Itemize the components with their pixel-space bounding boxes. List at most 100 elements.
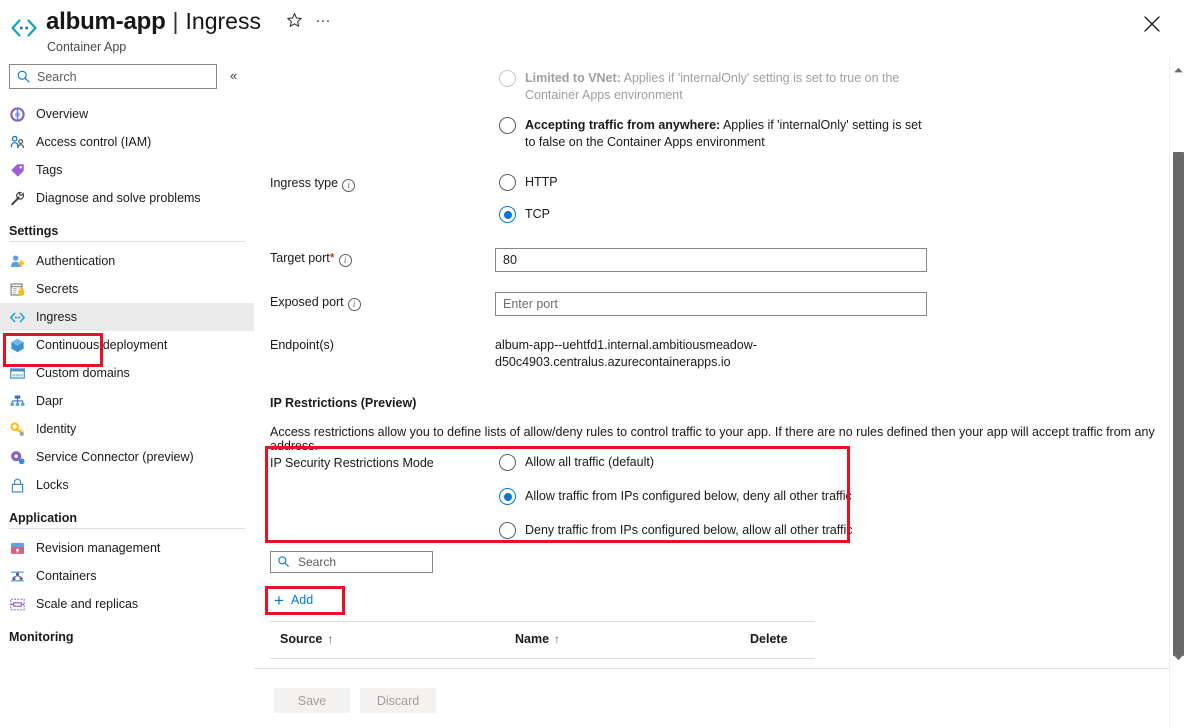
info-icon[interactable]: i xyxy=(348,298,361,311)
page-name: Ingress xyxy=(186,6,261,36)
radio-label: Allow traffic from IPs configured below,… xyxy=(525,488,852,505)
table-bottom-divider xyxy=(270,658,815,659)
sidebar-item-revision-management[interactable]: Revision management xyxy=(0,534,254,562)
column-header-delete: Delete xyxy=(750,632,788,646)
ip-security-mode-label: IP Security Restrictions Mode xyxy=(270,456,434,470)
containers-icon xyxy=(9,568,26,585)
vertical-scrollbar[interactable] xyxy=(1169,56,1186,728)
radio-accepting-anywhere[interactable] xyxy=(499,117,516,134)
add-button[interactable]: + Add xyxy=(274,589,313,611)
sidebar-item-diagnose[interactable]: Diagnose and solve problems xyxy=(0,184,254,212)
endpoint-line-1: album-app--uehtfd1.internal.ambitiousmea… xyxy=(495,337,925,354)
sidebar-group-monitoring: Monitoring xyxy=(0,630,254,644)
secrets-icon xyxy=(9,281,26,298)
sidebar-item-label: Continuous deployment xyxy=(36,338,167,352)
sidebar-item-scale-and-replicas[interactable]: Scale and replicas xyxy=(0,590,254,618)
traffic-option-accepting-anywhere[interactable]: Accepting traffic from anywhere: Applies… xyxy=(499,117,929,151)
sidebar-item-label: Overview xyxy=(36,107,88,121)
title-separator: | xyxy=(173,6,179,36)
scrollbar-thumb[interactable] xyxy=(1173,152,1184,656)
sidebar-item-authentication[interactable]: Authentication xyxy=(0,247,254,275)
traffic-option-limited-vnet: Limited to VNet: Applies if 'internalOnl… xyxy=(499,70,919,104)
endpoint-line-2: d50c4903.centralus.azurecontainerapps.io xyxy=(495,354,925,371)
sidebar-item-dapr[interactable]: Dapr xyxy=(0,387,254,415)
exposed-port-input[interactable]: Enter port xyxy=(495,292,927,316)
radio-allow-configured-deny-others[interactable] xyxy=(499,488,516,505)
add-button-label: Add xyxy=(291,593,313,607)
sidebar-group-settings: Settings xyxy=(0,224,254,238)
sidebar-item-identity[interactable]: Identity xyxy=(0,415,254,443)
ingress-type-label: Ingress type i xyxy=(270,176,355,192)
radio-label: Deny traffic from IPs configured below, … xyxy=(525,522,852,539)
ip-rules-search-placeholder: Search xyxy=(298,555,336,569)
column-header-name[interactable]: Name↑ xyxy=(515,632,560,646)
locks-icon xyxy=(9,477,26,494)
close-icon[interactable] xyxy=(1139,11,1165,37)
sidebar-item-tags[interactable]: Tags xyxy=(0,156,254,184)
info-icon[interactable]: i xyxy=(342,179,355,192)
chevron-double-left-icon[interactable]: « xyxy=(230,68,236,84)
ip-mode-option-allow-all[interactable]: Allow all traffic (default) xyxy=(499,454,654,471)
column-header-source[interactable]: Source↑ xyxy=(280,632,333,646)
sidebar-divider xyxy=(9,241,245,242)
sidebar-item-label: Custom domains xyxy=(36,366,130,380)
ingress-type-option-tcp[interactable]: TCP xyxy=(499,206,550,223)
service-connector-icon xyxy=(9,449,26,466)
radio-tcp[interactable] xyxy=(499,206,516,223)
sidebar-item-service-connector[interactable]: Service Connector (preview) xyxy=(0,443,254,471)
revision-management-icon xyxy=(9,540,26,557)
ip-mode-option-deny-configured[interactable]: Deny traffic from IPs configured below, … xyxy=(499,522,852,539)
identity-icon xyxy=(9,421,26,438)
radio-http[interactable] xyxy=(499,174,516,191)
sidebar-item-continuous-deployment[interactable]: Continuous deployment xyxy=(0,331,254,359)
column-header-label: Delete xyxy=(750,632,788,646)
sidebar-item-label: Scale and replicas xyxy=(36,597,138,611)
search-input[interactable]: Search xyxy=(9,64,217,89)
radio-limited-vnet xyxy=(499,70,516,87)
endpoints-value: album-app--uehtfd1.internal.ambitiousmea… xyxy=(495,337,925,371)
sidebar-search-row: Search « xyxy=(0,56,254,96)
sidebar-item-access-control[interactable]: Access control (IAM) xyxy=(0,128,254,156)
ingress-type-option-http[interactable]: HTTP xyxy=(499,174,558,191)
required-marker: * xyxy=(330,251,335,265)
label-text: Ingress type xyxy=(270,176,338,190)
sidebar-item-label: Diagnose and solve problems xyxy=(36,191,201,205)
sidebar-item-ingress[interactable]: Ingress xyxy=(0,303,254,331)
discard-button[interactable]: Discard xyxy=(360,688,436,713)
radio-label: HTTP xyxy=(525,174,558,191)
exposed-port-placeholder: Enter port xyxy=(503,297,558,311)
column-header-label: Name xyxy=(515,632,549,646)
traffic-option-bold: Limited to VNet: xyxy=(525,71,621,85)
sidebar-group-application: Application xyxy=(0,511,254,525)
sidebar-item-label: Secrets xyxy=(36,282,78,296)
sort-arrow-icon: ↑ xyxy=(327,632,333,646)
scroll-up-arrow-icon[interactable] xyxy=(1170,62,1186,79)
ip-mode-option-allow-configured[interactable]: Allow traffic from IPs configured below,… xyxy=(499,488,852,505)
endpoints-label: Endpoint(s) xyxy=(270,338,334,352)
radio-deny-configured-allow-others[interactable] xyxy=(499,522,516,539)
sidebar-item-label: Revision management xyxy=(36,541,160,555)
sidebar-item-custom-domains[interactable]: www Custom domains xyxy=(0,359,254,387)
scroll-down-arrow-icon[interactable] xyxy=(1170,649,1186,666)
authentication-icon xyxy=(9,253,26,270)
container-app-icon xyxy=(10,16,38,40)
svg-text:www: www xyxy=(12,373,23,378)
radio-allow-all-traffic[interactable] xyxy=(499,454,516,471)
label-text: Exposed port xyxy=(270,295,344,309)
search-icon xyxy=(16,69,31,84)
ip-rules-search-input[interactable]: Search xyxy=(270,551,433,573)
ingress-icon xyxy=(9,309,26,326)
page-title: album-app | Ingress Container App xyxy=(46,6,261,54)
sidebar-item-label: Containers xyxy=(36,569,96,583)
star-icon[interactable] xyxy=(283,12,305,34)
sidebar-item-overview[interactable]: Overview xyxy=(0,100,254,128)
info-icon[interactable]: i xyxy=(339,254,352,267)
sidebar-nav-list: Overview Access control (IAM) xyxy=(0,96,254,644)
sidebar-item-locks[interactable]: Locks xyxy=(0,471,254,499)
sidebar-item-label: Service Connector (preview) xyxy=(36,450,194,464)
ellipsis-icon[interactable]: ··· xyxy=(313,12,333,34)
save-button[interactable]: Save xyxy=(274,688,350,713)
target-port-input[interactable]: 80 xyxy=(495,248,927,272)
sidebar-item-secrets[interactable]: Secrets xyxy=(0,275,254,303)
sidebar-item-containers[interactable]: Containers xyxy=(0,562,254,590)
